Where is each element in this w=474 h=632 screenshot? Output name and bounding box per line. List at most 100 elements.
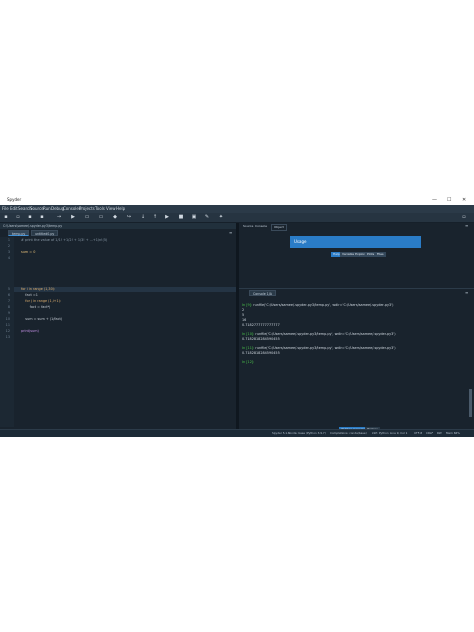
save-all-icon[interactable]: ▪ [39,214,45,220]
menu-projects[interactable]: Projects [79,206,95,211]
console-line: In [9]: runfile('C:/Users/samee/.spyder-… [242,303,393,307]
spyder-window: Spyder — ☐ ✕ File Edit Search Source Run… [0,196,474,437]
status-permissions: RW [437,431,442,435]
ipython-console-pane: Console 1/A ≡ In [9]: runfile('C:/Users/… [239,288,474,432]
code-line[interactable]: sum = 0 [21,250,35,254]
python-path-icon[interactable]: ✦ [218,214,224,220]
new-file-icon[interactable]: ▪ [3,214,9,220]
tab-console-1[interactable]: Console 1/A [249,290,276,296]
console-text: 5 [242,313,245,317]
console-text: 2 [242,308,245,312]
toolbar: ▪ ▫ ▪ ▪ → ▶ ▭ ▭ ◆ ↪ ↓ ↑ ▶ ■ ▣ ✎ ✦ C:\Use… [0,213,474,237]
line-number: 9 [7,311,10,315]
console-text: 0.7182777777777777 [242,323,280,327]
debug-icon[interactable]: ◆ [112,214,118,220]
menu-run[interactable]: Run [43,206,51,211]
status-lsp: LSP: Python [372,431,389,435]
menu-tools[interactable]: Tools [95,206,105,211]
console-text: runfile('C:/Users/samee/.spyder-py3/temp… [255,332,396,336]
step-into-icon[interactable]: ↓ [140,214,146,220]
console-line: In [11]: runfile('C:/Users/samee/.spyder… [242,346,396,350]
tab-files[interactable]: Files [375,252,386,257]
menu-source[interactable]: Source [30,206,44,211]
line-number: 1 [7,238,10,242]
run-cell-icon[interactable]: ▭ [84,214,90,220]
help-pane: Source Console Object ≡ Usage Help Varia… [239,223,474,285]
step-return-icon[interactable]: ↑ [152,214,158,220]
menu-view[interactable]: View [106,206,116,211]
browse-folder-icon[interactable]: ▫ [461,214,467,220]
console-options-icon[interactable]: ≡ [465,290,468,295]
status-cursor-position: Line 9, Col 1 [390,431,408,435]
console-text: 0.7182818284590455 [242,337,280,341]
status-memory: Mem 66% [446,431,460,435]
maximize-pane-icon[interactable]: ▣ [191,214,197,220]
line-number: 8 [7,305,10,309]
code-line[interactable]: # print the value of 1/1! +1/2! + 1/3! +… [21,238,107,242]
line-number: 10 [5,317,10,321]
line-number: 13 [5,335,10,339]
editor-pane: C:\Users\samee\.spyder-py3\temp.py temp.… [0,223,236,429]
editor-options-icon[interactable]: ≡ [229,230,232,235]
preferences-icon[interactable]: ✎ [204,214,210,220]
status-encoding: UTF-8 [414,431,423,435]
line-number: 11 [5,323,10,327]
tab-temp-py[interactable]: temp.py [8,230,30,236]
code-line[interactable]: for i in range (1,30): [21,287,55,291]
console-line: 2 [242,308,244,312]
console-line: 0.7182777777777777 [242,323,280,327]
close-button[interactable]: ✕ [462,197,466,203]
minimize-button[interactable]: — [432,197,437,203]
menu-help[interactable]: Help [116,206,125,211]
run-cell-advance-icon[interactable]: ▭ [98,214,104,220]
line-number: 7 [7,299,10,303]
code-line[interactable]: for j in range (1,i+1): [21,299,61,303]
console-input-line[interactable]: In [12]: [242,360,255,364]
status-conda-env[interactable]: conda: base (Python 3.9.7) [288,431,326,435]
maximize-button[interactable]: ☐ [447,197,451,203]
continue-icon[interactable]: ▶ [164,214,170,220]
console-text: 0.7182818284590455 [242,351,280,355]
console-line: In [10]: runfile('C:/Users/samee/.spyder… [242,332,396,336]
help-object-field[interactable]: Object [271,224,287,231]
code-line[interactable]: fact = fact*j [21,305,51,309]
open-file-icon[interactable]: ▫ [15,214,21,220]
line-number: 6 [7,293,10,297]
menu-edit[interactable]: Edit [10,206,18,211]
menu-bar: File Edit Search Source Run Debug Consol… [0,205,474,213]
tab-untitled0-py[interactable]: untitled0.py [31,230,59,236]
code-line[interactable]: sum = sum + (1/fact) [21,317,62,321]
run-icon[interactable]: ▶ [70,214,76,220]
status-bar: Spyder 5.1.5 conda: base (Python 3.9.7) … [0,429,474,437]
console-prompt: In [12]: [242,360,256,364]
usage-title: Usage [294,239,307,244]
console-line: 5 [242,313,244,317]
line-number: 4 [7,256,10,260]
step-icon[interactable]: ↪ [126,214,132,220]
console-line: 16 [242,318,246,322]
console-text: runfile('C:/Users/samee/.spyder-py3/temp… [253,303,394,307]
line-number: 5 [7,287,10,291]
line-number: 2 [7,244,10,248]
menu-file[interactable]: File [2,206,9,211]
console-prompt: In [9]: [242,303,254,307]
line-number: 3 [7,250,10,254]
code-line[interactable]: fact =1 [21,293,38,297]
stop-icon[interactable]: ■ [178,214,184,220]
console-text: 16 [242,318,247,322]
console-prompt: In [11]: [242,346,256,350]
console-scrollbar[interactable] [469,389,472,417]
console-prompt: In [10]: [242,332,256,336]
console-line: 0.7182818284590455 [242,337,280,341]
help-console-label[interactable]: Console [253,224,269,229]
code-line[interactable]: print(sum) [21,329,39,333]
status-completions: Completions: conda(base) [330,431,367,435]
editor-file-path: C:\Users\samee\.spyder-py3\temp.py [0,223,236,229]
save-icon[interactable]: ▪ [27,214,33,220]
arrow-icon[interactable]: → [56,214,62,220]
help-options-icon[interactable]: ≡ [465,223,468,228]
console-line: 0.7182818284590455 [242,351,280,355]
window-title: Spyder [7,197,22,202]
line-number: 12 [5,329,10,333]
console-text: runfile('C:/Users/samee/.spyder-py3/temp… [255,346,396,350]
